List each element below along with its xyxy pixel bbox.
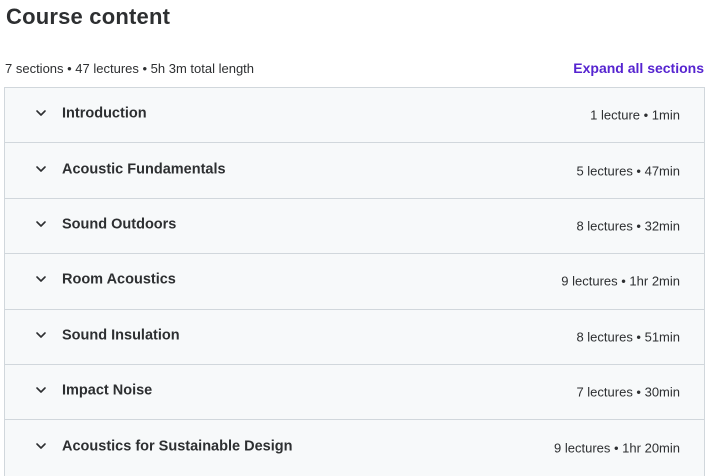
chevron-down-icon[interactable]	[34, 439, 48, 453]
section-title: Acoustic Fundamentals	[62, 161, 226, 178]
section-title: Introduction	[62, 105, 147, 122]
expand-all-sections-button[interactable]: Expand all sections	[573, 60, 705, 76]
section-row[interactable]: Impact Noise 7 lectures • 30min	[5, 364, 704, 421]
section-meta: 9 lectures • 1hr 2min	[561, 273, 680, 289]
chevron-down-icon[interactable]	[34, 328, 48, 342]
section-meta: 8 lectures • 32min	[576, 218, 680, 234]
sections-accordion: Introduction 1 lecture • 1min Acoustic Fun…	[4, 87, 705, 476]
section-title: Room Acoustics	[62, 272, 176, 289]
section-meta: 5 lectures • 47min	[576, 163, 680, 179]
course-content-panel: Course content 7 sections • 47 lectures …	[0, 0, 705, 476]
section-title: Acoustics for Sustainable Design	[62, 438, 293, 455]
section-row[interactable]: Room Acoustics 9 lectures • 1hr 2min	[5, 254, 704, 310]
section-row[interactable]: Introduction 1 lecture • 1min	[5, 88, 704, 144]
section-meta: 9 lectures • 1hr 20min	[554, 440, 680, 456]
section-meta: 1 lecture • 1min	[590, 107, 680, 123]
section-row[interactable]: Sound Insulation 8 lectures • 51min	[5, 309, 704, 365]
section-meta: 8 lectures • 51min	[576, 329, 680, 345]
chevron-down-icon[interactable]	[34, 383, 48, 397]
section-row[interactable]: Acoustics for Sustainable Design 9 lectur…	[5, 420, 704, 476]
section-row[interactable]: Acoustic Fundamentals 5 lectures • 47min	[5, 143, 704, 199]
page-title: Course content	[6, 4, 171, 29]
section-title: Sound Outdoors	[62, 216, 177, 233]
section-meta: 7 lectures • 30min	[576, 384, 680, 400]
course-summary-row: 7 sections • 47 lectures • 5h 3m total l…	[5, 58, 705, 78]
section-title: Impact Noise	[62, 382, 153, 399]
section-title: Sound Insulation	[62, 327, 180, 344]
chevron-down-icon[interactable]	[34, 217, 48, 231]
chevron-down-icon[interactable]	[34, 162, 48, 176]
chevron-down-icon[interactable]	[34, 272, 48, 286]
course-summary: 7 sections • 47 lectures • 5h 3m total l…	[5, 60, 255, 76]
section-row[interactable]: Sound Outdoors 8 lectures • 32min	[5, 198, 704, 255]
chevron-down-icon[interactable]	[34, 106, 48, 120]
